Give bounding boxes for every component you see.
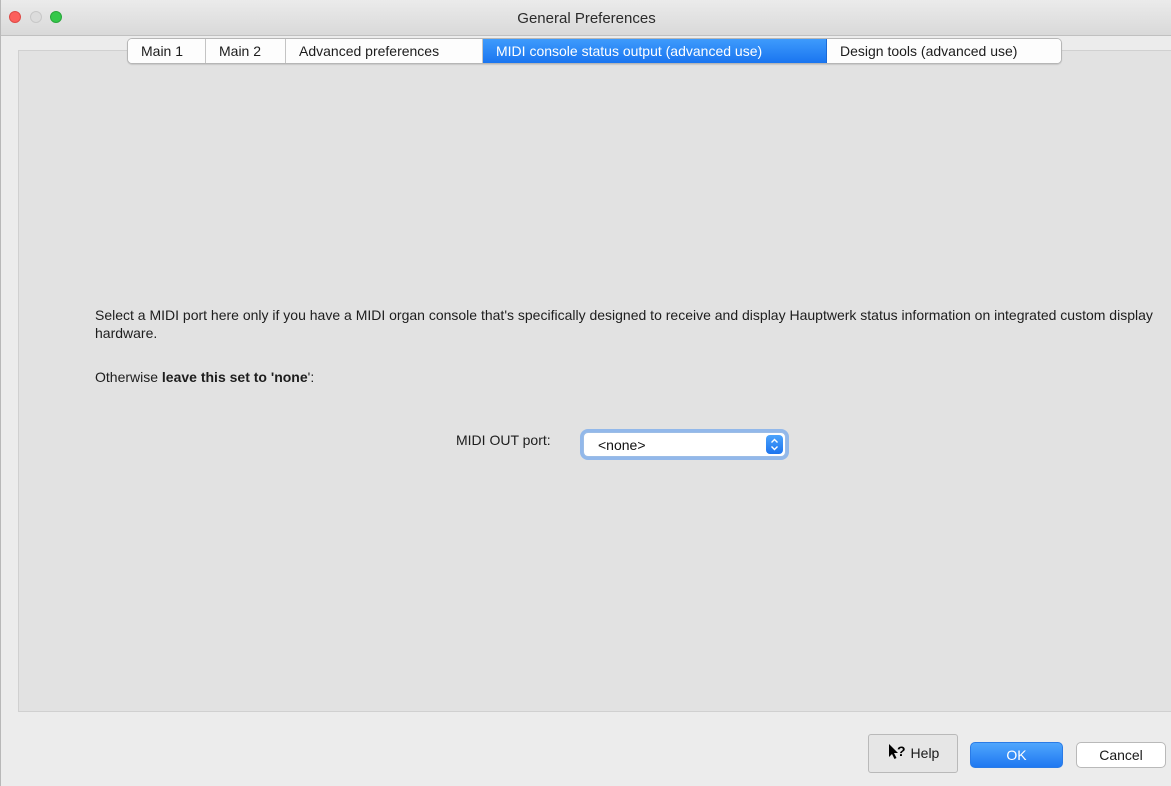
otherwise-none: none [274, 369, 308, 385]
preferences-window: General Preferences Main 1 Main 2 Advanc… [0, 0, 1171, 786]
midi-port-description: Select a MIDI port here only if you have… [95, 307, 1153, 341]
tab-design-tools[interactable]: Design tools (advanced use) [827, 39, 1061, 63]
arrow-question-icon: ? [887, 743, 911, 761]
title-bar[interactable]: General Preferences [1, 0, 1171, 36]
svg-text:?: ? [897, 743, 906, 759]
window-title: General Preferences [517, 10, 656, 27]
tab-main-2[interactable]: Main 2 [206, 39, 286, 63]
otherwise-bold: leave this set to ' [161, 369, 275, 385]
otherwise-suffix: ': [307, 369, 315, 385]
up-down-chevron-icon[interactable] [766, 435, 783, 454]
otherwise-prefix: Otherwise [95, 369, 162, 385]
tab-main-1[interactable]: Main 1 [128, 39, 206, 63]
ok-button[interactable]: OK [970, 742, 1063, 768]
midi-out-port-label: MIDI OUT port: [456, 432, 551, 448]
help-label: Help [910, 745, 940, 761]
help-button[interactable]: ? Help [868, 734, 958, 773]
tab-advanced-preferences[interactable]: Advanced preferences [286, 39, 483, 63]
cancel-button[interactable]: Cancel [1076, 742, 1166, 768]
otherwise-instruction: Otherwise leave this set to 'none': [95, 368, 314, 386]
midi-out-port-value: <none> [598, 437, 646, 453]
tab-midi-console-status-output[interactable]: MIDI console status output (advanced use… [483, 39, 827, 63]
midi-out-port-select[interactable]: <none> [583, 432, 786, 457]
tab-bar: Main 1 Main 2 Advanced preferences MIDI … [127, 38, 1062, 64]
